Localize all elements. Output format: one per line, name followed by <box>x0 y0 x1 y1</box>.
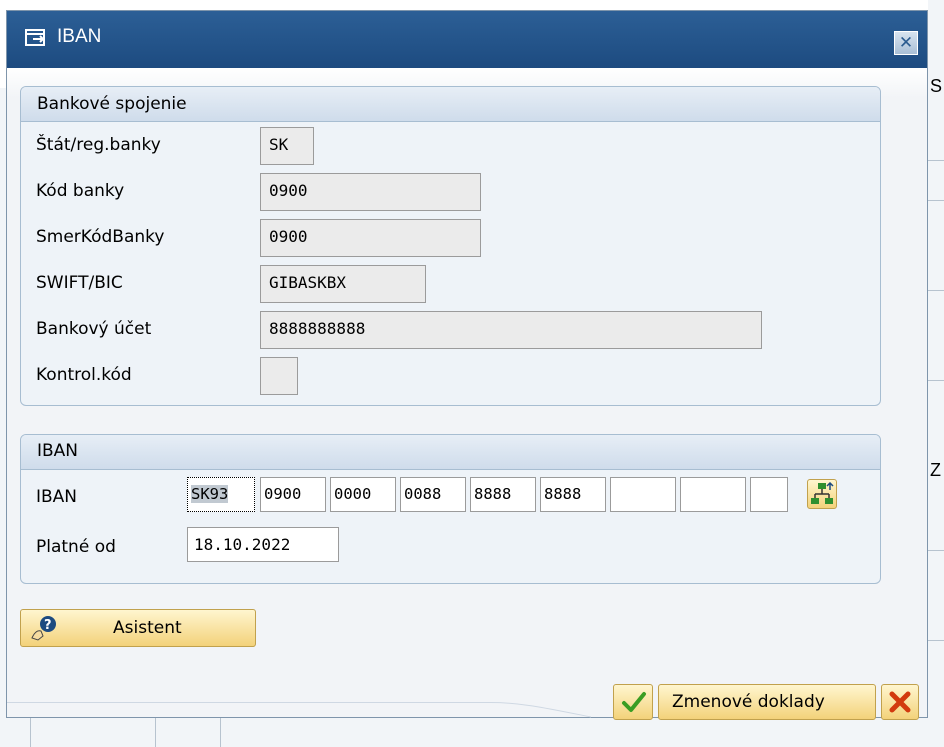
change-documents-label: Zmenové doklady <box>672 692 825 712</box>
assistant-button-label: Asistent <box>113 618 182 638</box>
cancel-icon <box>889 691 911 713</box>
group-title: IBAN <box>37 441 79 461</box>
background-window-edge <box>0 718 944 747</box>
iban-segment-5[interactable]: 8888 <box>470 477 536 512</box>
iban-segment-7[interactable] <box>610 477 676 512</box>
valid-from-label: Platné od <box>36 537 116 557</box>
iban-segment-1[interactable]: SK93 <box>187 477 255 512</box>
hierarchy-icon[interactable] <box>807 479 837 509</box>
bank-sort-code-label: SmerKódBanky <box>36 227 165 247</box>
confirm-button[interactable] <box>613 684 653 720</box>
divider <box>7 702 491 703</box>
control-key-label: Kontrol.kód <box>36 365 132 385</box>
swift-bic-field[interactable]: GIBASKBX <box>260 265 426 303</box>
assistant-button[interactable]: ? Asistent <box>20 609 256 647</box>
background-glyph: Z <box>930 460 941 480</box>
group-header: Bankové spojenie <box>21 87 880 122</box>
close-icon[interactable]: ✕ <box>894 31 918 55</box>
bank-account-field[interactable]: 8888888888 <box>260 311 762 349</box>
divider-curve <box>491 702 591 718</box>
checkmark-icon <box>622 692 646 712</box>
iban-label: IBAN <box>36 487 78 507</box>
background-window-edge: S Z <box>928 0 944 747</box>
bank-code-label: Kód banky <box>36 181 125 201</box>
bank-sort-code-field[interactable]: 0900 <box>260 219 481 257</box>
change-documents-button[interactable]: Zmenové doklady <box>658 684 876 720</box>
group-header: IBAN <box>21 435 880 470</box>
bank-account-label: Bankový účet <box>36 319 152 339</box>
bank-country-label: Štát/reg.banky <box>36 135 161 155</box>
iban-segment-4[interactable]: 0088 <box>400 477 466 512</box>
swift-bic-label: SWIFT/BIC <box>36 273 123 293</box>
iban-segments: SK93 0900 0000 0088 8888 8888 <box>187 477 827 513</box>
iban-segment-6[interactable]: 8888 <box>540 477 606 512</box>
control-key-field[interactable] <box>260 357 298 395</box>
bank-code-field[interactable]: 0900 <box>260 173 481 211</box>
iban-segment-9[interactable] <box>750 477 788 512</box>
bank-connection-group: Bankové spojenie Štát/reg.banky SK Kód b… <box>20 86 881 406</box>
svg-text:?: ? <box>44 618 52 633</box>
iban-segment-2[interactable]: 0900 <box>260 477 326 512</box>
iban-segment-8[interactable] <box>680 477 746 512</box>
bank-country-field[interactable]: SK <box>260 127 314 165</box>
background-glyph: S <box>930 76 943 96</box>
iban-segment-3[interactable]: 0000 <box>330 477 396 512</box>
dialog-content: Bankové spojenie Štát/reg.banky SK Kód b… <box>7 68 927 720</box>
dialog-title: IBAN <box>57 26 102 47</box>
iban-group: IBAN IBAN SK93 0900 0000 0088 8888 8888 <box>20 434 881 584</box>
dialog-titlebar: IBAN ✕ <box>7 11 927 68</box>
iban-dialog: IBAN ✕ Bankové spojenie Štát/reg.banky S… <box>6 10 928 720</box>
cancel-button[interactable] <box>881 684 919 720</box>
group-title: Bankové spojenie <box>37 94 187 114</box>
dialog-window-icon <box>25 29 47 47</box>
assistant-help-icon: ? <box>29 614 59 647</box>
valid-from-field[interactable]: 18.10.2022 <box>187 527 339 562</box>
